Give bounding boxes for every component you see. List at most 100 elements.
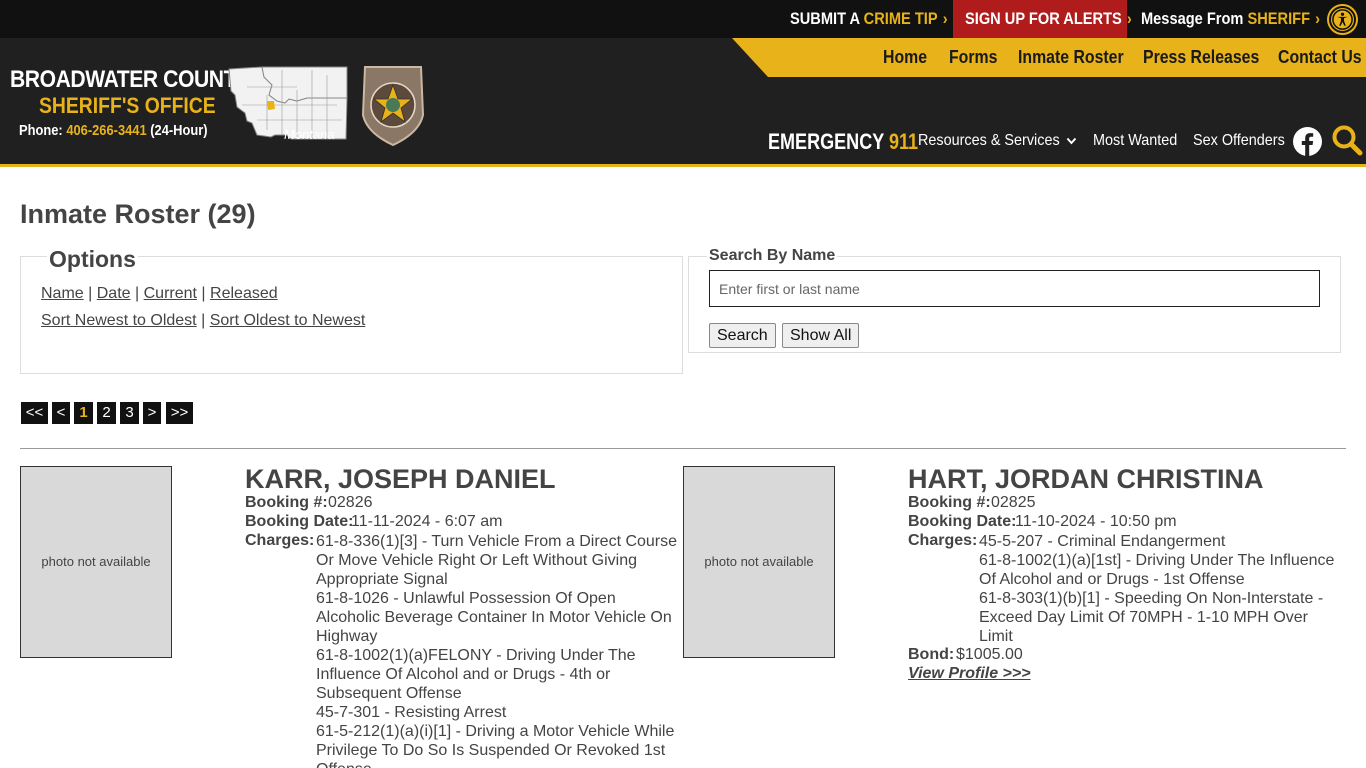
search-icon[interactable] bbox=[1331, 124, 1363, 156]
charge-line: 45-7-301 - Resisting Arrest bbox=[316, 704, 507, 721]
page-last[interactable]: >> bbox=[166, 402, 193, 424]
charge-line: Exceed Day Limit Of 70MPH - 1-10 MPH Ove… bbox=[979, 609, 1308, 626]
booking-number-value: 02826 bbox=[328, 494, 373, 511]
emergency-number: 911 bbox=[888, 129, 919, 154]
chevron-right-icon: › bbox=[1315, 9, 1321, 28]
separator: | bbox=[135, 285, 140, 302]
sort-oldest-link[interactable]: Sort Oldest to Newest bbox=[210, 312, 366, 329]
charge-line: 61-8-1002(1)(a)[1st] - Driving Under The… bbox=[979, 552, 1335, 569]
sort-by-name-link[interactable]: Name bbox=[41, 285, 84, 302]
charge-line: 45-5-207 - Criminal Endangerment bbox=[979, 533, 1226, 550]
submit-crime-tip-link[interactable]: SUBMIT A CRIME TIP › bbox=[790, 0, 948, 38]
search-name-input[interactable] bbox=[709, 270, 1320, 307]
charges-list: 45-5-207 - Criminal Endangerment 61-8-10… bbox=[979, 532, 1334, 646]
booking-number-label: Booking #: bbox=[245, 494, 328, 511]
message-from-sheriff-link[interactable]: Message From SHERIFF › bbox=[1141, 0, 1320, 38]
sheriff-prefix: Message From bbox=[1141, 9, 1244, 28]
emergency-911[interactable]: EMERGENCY 911 bbox=[768, 129, 918, 155]
charge-line: Limit bbox=[979, 628, 1013, 645]
options-legend: Options bbox=[47, 246, 138, 273]
top-bar: SUBMIT A CRIME TIP › SIGN UP FOR ALERTS › … bbox=[0, 0, 1366, 38]
nav-inmate-roster[interactable]: Inmate Roster bbox=[1018, 38, 1124, 77]
facebook-icon[interactable] bbox=[1293, 127, 1322, 156]
brand-phone: Phone: 406-266-3441 (24-Hour) bbox=[19, 122, 208, 139]
booking-date-value: 11-10-2024 - 10:50 pm bbox=[1015, 513, 1177, 530]
inmate-photo[interactable]: photo not available bbox=[683, 466, 835, 658]
page-next[interactable]: > bbox=[143, 402, 161, 424]
page-1[interactable]: 1 bbox=[74, 402, 93, 424]
separator: | bbox=[88, 285, 93, 302]
phone-number[interactable]: 406-266-3441 bbox=[66, 122, 146, 139]
divider bbox=[20, 448, 1346, 449]
charges-list: 61-8-336(1)[3] - Turn Vehicle From a Dir… bbox=[316, 532, 677, 768]
main-nav: Home Forms Inmate Roster Press Releases … bbox=[732, 38, 1366, 77]
sheriff-badge-logo bbox=[361, 66, 425, 147]
map-label: Montana bbox=[284, 127, 335, 142]
sort-newest-link[interactable]: Sort Newest to Oldest bbox=[41, 312, 197, 329]
charge-line: Privilege To Do So Is Suspended Or Revok… bbox=[316, 742, 666, 759]
sort-field-links: Name | Date | Current | Released bbox=[41, 285, 278, 303]
booking-number-label: Booking #: bbox=[908, 494, 991, 511]
sort-order-links: Sort Newest to Oldest | Sort Oldest to N… bbox=[41, 312, 365, 330]
show-all-button[interactable]: Show All bbox=[782, 323, 860, 348]
bond-value: $1005.00 bbox=[956, 646, 1023, 663]
booking-date-label: Booking Date: bbox=[908, 513, 1017, 530]
filter-current-link[interactable]: Current bbox=[144, 285, 197, 302]
emergency-label: EMERGENCY bbox=[768, 129, 884, 154]
charge-line: Offense bbox=[316, 760, 677, 768]
tip-highlight: CRIME TIP bbox=[863, 9, 938, 28]
tip-prefix: SUBMIT A bbox=[790, 9, 860, 28]
resources-label: Resources & Services bbox=[918, 132, 1060, 149]
charge-line: 61-8-336(1)[3] - Turn Vehicle From a Dir… bbox=[316, 533, 678, 550]
inmate-photo[interactable]: photo not available bbox=[20, 466, 172, 658]
charges-label: Charges: bbox=[245, 532, 315, 549]
charge-line: Influence Of Alcohol and or Drugs - 4th … bbox=[316, 666, 611, 683]
view-profile-link[interactable]: View Profile >>> bbox=[908, 665, 1031, 683]
page-prev[interactable]: < bbox=[52, 402, 70, 424]
phone-suffix: (24-Hour) bbox=[150, 122, 208, 139]
filter-released-link[interactable]: Released bbox=[210, 285, 278, 302]
bond-label: Bond: bbox=[908, 646, 955, 663]
chevron-right-icon: › bbox=[1126, 9, 1132, 28]
charges-label: Charges: bbox=[908, 532, 978, 549]
booking-date-value: 11-11-2024 - 6:07 am bbox=[351, 513, 503, 530]
separator: | bbox=[201, 312, 206, 329]
nav-most-wanted[interactable]: Most Wanted bbox=[1093, 132, 1177, 150]
alerts-label: SIGN UP FOR ALERTS bbox=[965, 9, 1122, 28]
charge-line: 61-8-1002(1)(a)FELONY - Driving Under Th… bbox=[316, 647, 636, 664]
inmate-name[interactable]: KARR, JOSEPH DANIEL bbox=[245, 464, 556, 495]
nav-sex-offenders[interactable]: Sex Offenders bbox=[1193, 132, 1285, 150]
charge-line: 61-5-212(1)(a)(i)[1] - Driving a Motor V… bbox=[316, 723, 675, 740]
chevron-right-icon: › bbox=[942, 9, 948, 28]
search-legend: Search By Name bbox=[707, 247, 838, 265]
charge-line: Alcoholic Beverage Container In Motor Ve… bbox=[316, 609, 672, 626]
accessibility-icon[interactable] bbox=[1329, 6, 1356, 33]
booking-date-label: Booking Date: bbox=[245, 513, 354, 530]
site-header: BROADWATER COUNTY SHERIFF'S OFFICE Phone… bbox=[0, 38, 1366, 167]
brand-title[interactable]: BROADWATER COUNTY bbox=[10, 66, 250, 94]
page-3[interactable]: 3 bbox=[120, 402, 139, 424]
sign-up-alerts-link[interactable]: SIGN UP FOR ALERTS › bbox=[953, 0, 1132, 38]
chevron-down-icon bbox=[1066, 137, 1076, 145]
page-first[interactable]: << bbox=[21, 402, 48, 424]
search-button[interactable]: Search bbox=[709, 323, 776, 348]
nav-forms[interactable]: Forms bbox=[949, 38, 997, 77]
nav-home[interactable]: Home bbox=[883, 38, 927, 77]
charge-line: 61-8-1026 - Unlawful Possession Of Open bbox=[316, 590, 616, 607]
booking-number-value: 02825 bbox=[991, 494, 1036, 511]
page-2[interactable]: 2 bbox=[97, 402, 116, 424]
nav-resources-services[interactable]: Resources & Services bbox=[918, 132, 1076, 150]
brand-subtitle[interactable]: SHERIFF'S OFFICE bbox=[39, 93, 216, 119]
charge-line: Of Alcohol and or Drugs - 1st Offense bbox=[979, 571, 1245, 588]
nav-press-releases[interactable]: Press Releases bbox=[1143, 38, 1259, 77]
page-title: Inmate Roster (29) bbox=[20, 199, 256, 229]
charge-line: Highway bbox=[316, 628, 378, 645]
charge-line: Or Move Vehicle Right Or Left Without Gi… bbox=[316, 552, 638, 569]
phone-label: Phone: bbox=[19, 122, 63, 139]
charge-line: Subsequent Offense bbox=[316, 685, 462, 702]
nav-contact-us[interactable]: Contact Us bbox=[1278, 38, 1362, 77]
charge-line: Appropriate Signal bbox=[316, 571, 448, 588]
inmate-name[interactable]: HART, JORDAN CHRISTINA bbox=[908, 464, 1264, 495]
sheriff-highlight: SHERIFF bbox=[1247, 9, 1311, 28]
sort-by-date-link[interactable]: Date bbox=[97, 285, 131, 302]
